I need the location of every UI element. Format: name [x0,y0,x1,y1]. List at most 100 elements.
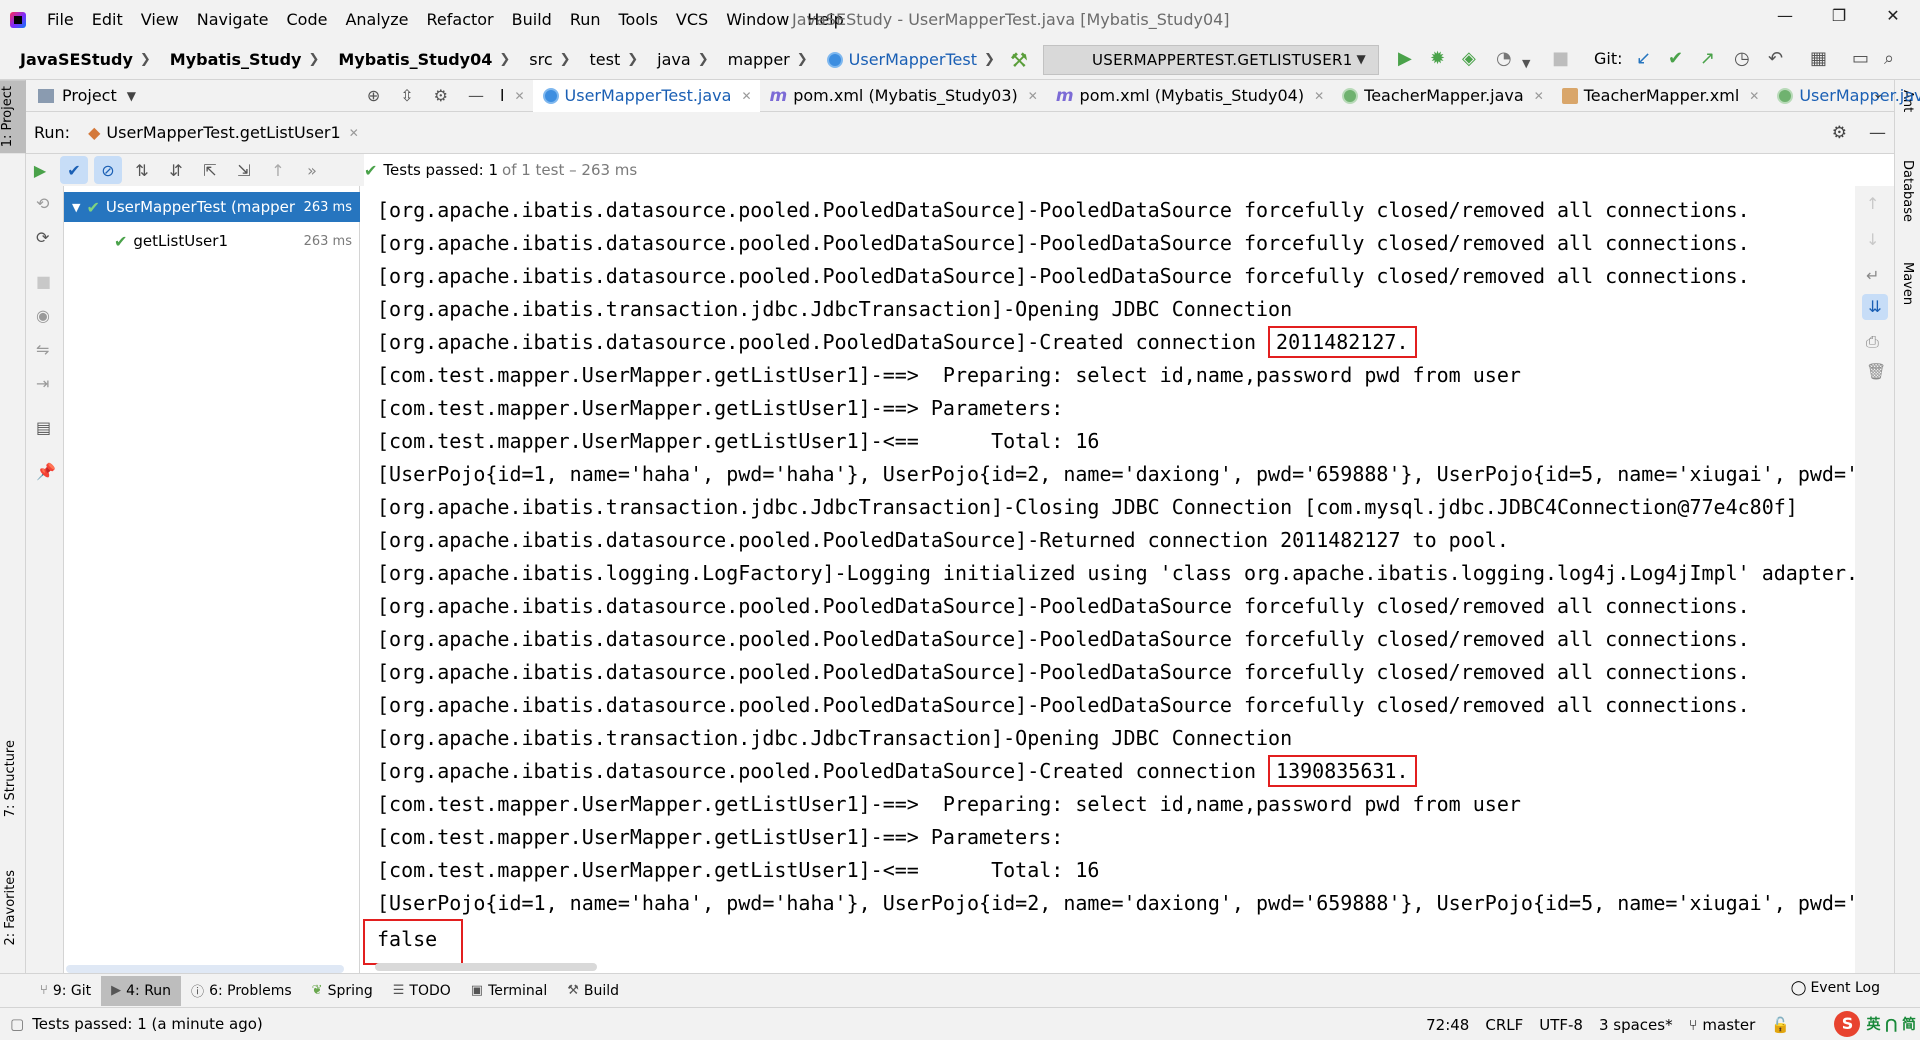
breadcrumb-item[interactable]: test ❯ [571,50,639,69]
gear-icon[interactable]: ⚙ [1832,123,1847,143]
stop-icon[interactable]: ■ [1552,48,1569,70]
hide-panel-icon[interactable]: — [468,86,484,105]
menu-run[interactable]: Run [561,0,610,40]
tool-tab-run[interactable]: ▶ 4: Run [101,975,182,1006]
tool-tab-structure[interactable]: 7: Structure [3,740,18,817]
breadcrumb-item[interactable]: mapper ❯ [709,50,808,69]
chevron-down-icon[interactable]: ▼ [72,201,80,214]
close-icon[interactable]: ✕ [741,89,751,103]
toggle-auto-test-icon[interactable]: ⟳ [36,228,49,247]
line-separator[interactable]: CRLF [1485,1016,1523,1034]
chevron-down-icon[interactable]: ▼ [127,89,136,103]
breadcrumb-item-current[interactable]: UserMapperTest ❯ [808,50,995,69]
editor-tab[interactable]: TeacherMapper.java ✕ [1332,80,1552,112]
close-icon[interactable]: ✕ [1314,89,1324,103]
menu-navigate[interactable]: Navigate [188,0,278,40]
tool-tab-terminal[interactable]: ▣ Terminal [461,976,557,1006]
breadcrumb-item[interactable]: Mybatis_Study04 ❯ [319,50,510,69]
close-icon[interactable]: ✕ [1749,89,1759,103]
menu-build[interactable]: Build [503,0,561,40]
gear-icon[interactable]: ⚙ [434,86,448,105]
project-title[interactable]: Project [62,86,117,105]
show-passed-check-icon[interactable]: ✔ [60,156,88,184]
tool-tab-spring[interactable]: ❦ Spring [302,976,383,1006]
maximize-button[interactable]: ❐ [1812,0,1866,30]
tool-tab-project[interactable]: 1: Project [0,80,26,154]
chevron-down-icon[interactable]: ▼ [1522,53,1530,75]
run-configuration-select[interactable]: USERMAPPERTEST.GETLISTUSER1 ▼ [1043,45,1379,75]
git-branch-widget[interactable]: ⑂ master [1689,1016,1756,1034]
locate-target-icon[interactable]: ⊕ [367,86,380,105]
close-icon[interactable]: ✕ [349,126,359,140]
menu-file[interactable]: File [38,0,83,40]
arrow-up-icon[interactable]: ↑ [1866,194,1879,213]
presentation-icon[interactable]: ▭ [1852,48,1869,70]
menu-vcs[interactable]: VCS [667,0,717,40]
hide-panel-icon[interactable]: — [1869,123,1886,143]
indent-setting[interactable]: 3 spaces* [1599,1016,1673,1034]
more-icon[interactable]: » [298,156,326,184]
pin-icon[interactable]: 📌 [36,462,56,481]
breadcrumb-item[interactable]: java ❯ [638,50,708,69]
trash-icon[interactable]: 🗑 [1866,362,1886,381]
horizontal-scrollbar[interactable] [66,965,344,973]
menu-code[interactable]: Code [278,0,337,40]
breadcrumb-item[interactable]: src ❯ [510,50,570,69]
caret-position[interactable]: 72:48 [1426,1016,1469,1034]
console-output[interactable]: [org.apache.ibatis.datasource.pooled.Poo… [361,186,1869,973]
tool-tab-database[interactable]: Database [1900,160,1915,222]
editor-tab[interactable]: l ✕ [490,80,533,112]
run-icon[interactable]: ▶ [1398,48,1412,70]
tool-tab-todo[interactable]: ☰ TODO [383,976,461,1006]
minimize-button[interactable]: — [1758,0,1812,30]
rollback-icon[interactable]: ↶ [1768,48,1783,70]
git-commit-check-icon[interactable]: ✔ [1668,48,1683,70]
search-icon[interactable]: ⌕ [1884,48,1894,70]
tool-tab-favorites[interactable]: 2: Favorites [3,870,18,946]
editor-tab[interactable]: m pom.xml (Mybatis_Study04) ✕ [1046,80,1332,112]
stop-icon[interactable]: ■ [36,272,51,291]
close-window-button[interactable]: ✕ [1866,0,1920,30]
tool-tab-build[interactable]: ⚒ Build [557,976,629,1006]
layout-icon[interactable]: ▤ [36,418,51,437]
profile-icon[interactable]: ◔ [1496,48,1512,70]
status-message[interactable]: ▢ Tests passed: 1 (a minute ago) [10,1015,263,1033]
breadcrumb-item[interactable]: Mybatis_Study ❯ [151,50,320,69]
scroll-to-end-icon[interactable]: ⇊ [1862,294,1888,320]
project-structure-icon[interactable]: ▦ [1810,48,1827,70]
expand-all-icon[interactable]: ⇱ [196,156,224,184]
build-hammer-icon[interactable]: ⚒ [1010,48,1028,72]
editor-tab[interactable]: UserMapper.java✕ [1767,80,1920,112]
menu-analyze[interactable]: Analyze [336,0,417,40]
editor-tab-active[interactable]: UserMapperTest.java ✕ [532,79,760,112]
editor-tab[interactable]: TeacherMapper.xml ✕ [1552,80,1768,112]
file-encoding[interactable]: UTF-8 [1539,1016,1583,1034]
breadcrumb-item[interactable]: JavaSEStudy ❯ [0,50,151,69]
print-icon[interactable]: ⎙ [1866,332,1879,352]
run-tab[interactable]: ◆ UserMapperTest.getListUser1 ✕ [88,123,359,142]
soft-wrap-icon[interactable]: ↵ [1866,266,1879,285]
chevron-down-icon[interactable]: ⌄ [1872,86,1884,102]
horizontal-scrollbar[interactable] [375,963,597,971]
lock-icon[interactable]: 🔓 [1771,1016,1790,1034]
arrow-down-icon[interactable]: ↓ [1866,230,1879,249]
sort-by-duration-icon[interactable]: ⇵ [162,156,190,184]
input-method-indicator[interactable]: S 英 ⋂ 简 [1834,1011,1916,1037]
sort-alphabetically-icon[interactable]: ⇅ [128,156,156,184]
tool-tab-git[interactable]: ⑂ 9: Git [30,976,101,1006]
close-icon[interactable]: ✕ [1028,89,1038,103]
show-ignored-icon[interactable]: ⊘ [94,156,122,184]
rerun-icon[interactable]: ▶ [26,156,54,184]
git-update-icon[interactable]: ↙ [1636,48,1651,70]
tool-tab-maven[interactable]: Maven [1900,262,1915,305]
previous-failed-icon[interactable]: ↑ [264,156,292,184]
dump-threads-camera-icon[interactable]: ◉ [36,306,50,325]
menu-edit[interactable]: Edit [83,0,132,40]
tool-tab-problems[interactable]: ⓘ 6: Problems [181,976,302,1006]
collapse-all-icon[interactable]: ⇳ [400,86,413,105]
rerun-failed-icon[interactable]: ⟲ [36,194,49,213]
collapse-all-icon[interactable]: ⇲ [230,156,258,184]
menu-window[interactable]: Window [717,0,798,40]
test-case-row[interactable]: ✔ getListUser1 263 ms [64,226,360,256]
editor-tab[interactable]: m pom.xml (Mybatis_Study03) ✕ [760,80,1046,112]
